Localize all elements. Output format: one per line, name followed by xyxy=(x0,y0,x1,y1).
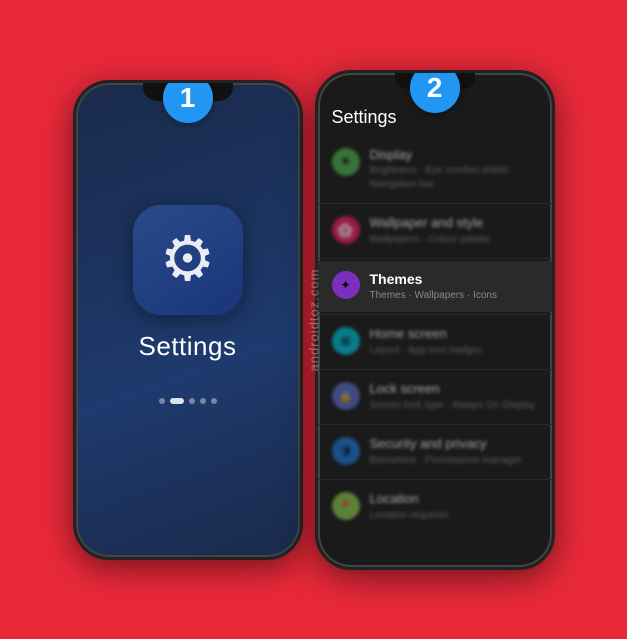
security-text: Security and privacy Biometrics · Permis… xyxy=(370,436,538,468)
phone1-content: ⚙ Settings xyxy=(76,83,300,557)
display-icon: ☀ xyxy=(332,148,360,176)
homescreen-title: Home screen xyxy=(370,326,538,343)
homescreen-subtitle: Layout · App icon badges xyxy=(370,344,538,358)
settings-splash-label: Settings xyxy=(139,331,237,362)
dot-4 xyxy=(200,398,206,404)
settings-item-themes[interactable]: ✦ Themes Themes · Wallpapers · Icons xyxy=(318,261,552,312)
display-subtitle: Brightness · Eye comfort shield · Naviga… xyxy=(370,164,538,192)
settings-item-lockscreen[interactable]: 🔒 Lock screen Screen lock type · Always … xyxy=(318,372,552,422)
gear-icon: ⚙ xyxy=(160,229,216,291)
divider2 xyxy=(318,258,552,259)
location-subtitle: Location requests xyxy=(370,509,538,523)
wallpaper-title: Wallpaper and style xyxy=(370,215,538,232)
settings-list: ☀ Display Brightness · Eye comfort shiel… xyxy=(318,138,552,533)
wallpaper-subtitle: Wallpapers · Colour palette xyxy=(370,233,538,247)
phone2: 2 Settings ☀ Display Brightness · Eye co… xyxy=(315,70,555,570)
homescreen-icon: ⊞ xyxy=(332,327,360,355)
settings-item-location[interactable]: 📍 Location Location requests xyxy=(318,482,552,532)
divider3 xyxy=(318,314,552,315)
lockscreen-text: Lock screen Screen lock type · Always On… xyxy=(370,381,538,413)
homescreen-text: Home screen Layout · App icon badges xyxy=(370,326,538,358)
lockscreen-icon: 🔒 xyxy=(332,382,360,410)
lockscreen-title: Lock screen xyxy=(370,381,538,398)
themes-title: Themes xyxy=(370,270,538,288)
settings-item-homescreen[interactable]: ⊞ Home screen Layout · App icon badges xyxy=(318,317,552,367)
dots-indicator xyxy=(159,398,217,404)
divider6 xyxy=(318,479,552,480)
settings-icon-background: ⚙ xyxy=(133,205,243,315)
location-title: Location xyxy=(370,491,538,508)
themes-icon: ✦ xyxy=(332,271,360,299)
location-text: Location Location requests xyxy=(370,491,538,523)
dot-5 xyxy=(211,398,217,404)
wallpaper-text: Wallpaper and style Wallpapers · Colour … xyxy=(370,215,538,247)
display-text: Display Brightness · Eye comfort shield … xyxy=(370,147,538,193)
lockscreen-subtitle: Screen lock type · Always On Display xyxy=(370,399,538,413)
phone1: 1 ⚙ Settings xyxy=(73,80,303,560)
phones-container: 1 ⚙ Settings 2 Settings ☀ xyxy=(73,70,555,570)
themes-text: Themes Themes · Wallpapers · Icons xyxy=(370,270,538,303)
divider5 xyxy=(318,424,552,425)
settings-item-wallpaper[interactable]: 🌸 Wallpaper and style Wallpapers · Colou… xyxy=(318,206,552,256)
themes-subtitle: Themes · Wallpapers · Icons xyxy=(370,289,538,303)
dot-2-active xyxy=(170,398,184,404)
settings-item-security[interactable]: 🛡 Security and privacy Biometrics · Perm… xyxy=(318,427,552,477)
security-title: Security and privacy xyxy=(370,436,538,453)
security-subtitle: Biometrics · Permissions manager xyxy=(370,454,538,468)
phone2-content: Settings ☀ Display Brightness · Eye comf… xyxy=(318,73,552,567)
dot-3 xyxy=(189,398,195,404)
divider4 xyxy=(318,369,552,370)
settings-item-display[interactable]: ☀ Display Brightness · Eye comfort shiel… xyxy=(318,138,552,202)
dot-1 xyxy=(159,398,165,404)
display-title: Display xyxy=(370,147,538,164)
divider1 xyxy=(318,203,552,204)
wallpaper-icon: 🌸 xyxy=(332,216,360,244)
location-icon: 📍 xyxy=(332,492,360,520)
security-icon: 🛡 xyxy=(332,437,360,465)
